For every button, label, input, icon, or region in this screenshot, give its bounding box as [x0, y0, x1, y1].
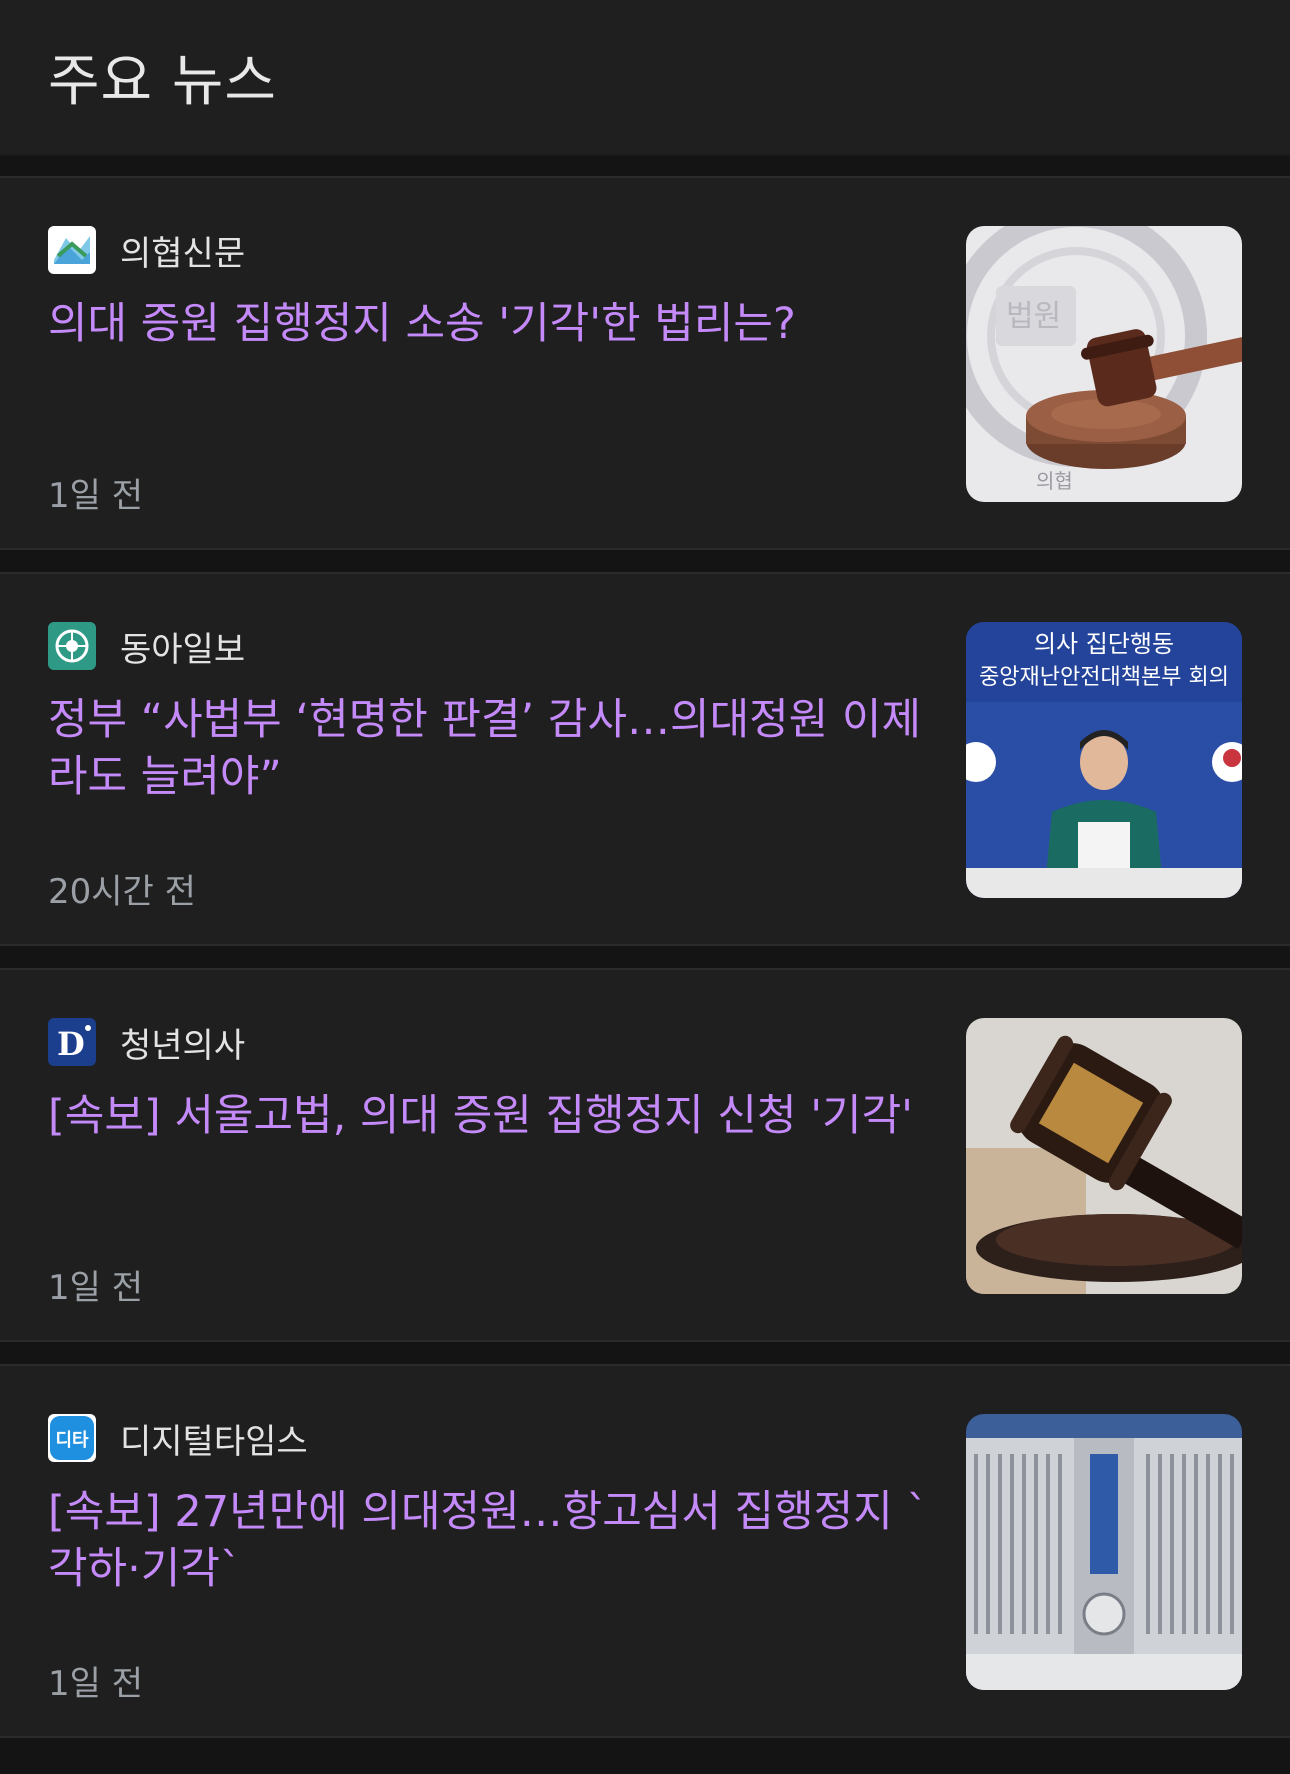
divider — [0, 154, 1290, 176]
kma-news-logo-icon — [48, 226, 96, 274]
headline-link[interactable]: [속보] 27년만에 의대정원…항고심서 집행정지 `각하·기각` — [48, 1484, 928, 1598]
svg-text:법원: 법원 — [1006, 299, 1061, 334]
gavel-photo-icon[interactable] — [966, 1018, 1242, 1294]
news-card[interactable]: 동아일보 정부 “사법부 ‘현명한 판결’ 감사…의대정원 이제라도 늘려야” … — [0, 572, 1290, 946]
news-source: 동아일보 — [48, 622, 245, 670]
donga-logo-icon — [48, 622, 96, 670]
section-header: 주요 뉴스 — [0, 0, 1290, 154]
headline-link[interactable]: [속보] 서울고법, 의대 증원 집행정지 신청 '기각' — [48, 1088, 928, 1145]
svg-text:D: D — [57, 1025, 85, 1063]
headline-link[interactable]: 의대 증원 집행정지 소송 '기각'한 법리는? — [48, 296, 928, 353]
news-source: D 청년의사 — [48, 1018, 245, 1066]
news-source: 의협신문 — [48, 226, 245, 274]
news-card[interactable]: 디타 디지털타임스 [속보] 27년만에 의대정원…항고심서 집행정지 `각하·… — [0, 1364, 1290, 1738]
logo-text: 디타 — [55, 1430, 89, 1451]
divider — [0, 550, 1290, 572]
press-briefing-photo-icon[interactable]: 의사 집단행동 중앙재난안전대책본부 회의 — [966, 622, 1242, 898]
thumb-caption: 중앙재난안전대책본부 회의 — [979, 665, 1229, 690]
section-title: 주요 뉴스 — [48, 49, 277, 114]
gavel-court-icon[interactable]: 법원 의협 — [966, 226, 1242, 502]
d-logo-icon: D — [48, 1018, 96, 1066]
news-page: 주요 뉴스 의협신문 의대 증원 집행정지 소송 '기각'한 법리는? 1일 전 — [0, 0, 1290, 1774]
timestamp: 1일 전 — [48, 1268, 143, 1308]
divider — [0, 946, 1290, 968]
bottom-divider — [0, 1738, 1290, 1774]
timestamp: 1일 전 — [48, 476, 143, 516]
svg-text:의협: 의협 — [1036, 469, 1073, 493]
court-building-photo-icon[interactable] — [966, 1414, 1242, 1690]
source-name: 디지털타임스 — [120, 1421, 308, 1462]
source-name: 청년의사 — [120, 1025, 246, 1066]
news-card[interactable]: 의협신문 의대 증원 집행정지 소송 '기각'한 법리는? 1일 전 법원 의협 — [0, 176, 1290, 550]
headline-link[interactable]: 정부 “사법부 ‘현명한 판결’ 감사…의대정원 이제라도 늘려야” — [48, 692, 928, 806]
dt-logo-icon: 디타 — [48, 1414, 96, 1462]
timestamp: 1일 전 — [48, 1664, 143, 1704]
source-name: 동아일보 — [120, 629, 246, 670]
divider — [0, 1342, 1290, 1364]
news-source: 디타 디지털타임스 — [48, 1414, 308, 1462]
thumb-caption: 의사 집단행동 — [1034, 630, 1174, 658]
timestamp: 20시간 전 — [48, 872, 196, 912]
source-name: 의협신문 — [120, 233, 246, 274]
news-card[interactable]: D 청년의사 [속보] 서울고법, 의대 증원 집행정지 신청 '기각' 1일 … — [0, 968, 1290, 1342]
